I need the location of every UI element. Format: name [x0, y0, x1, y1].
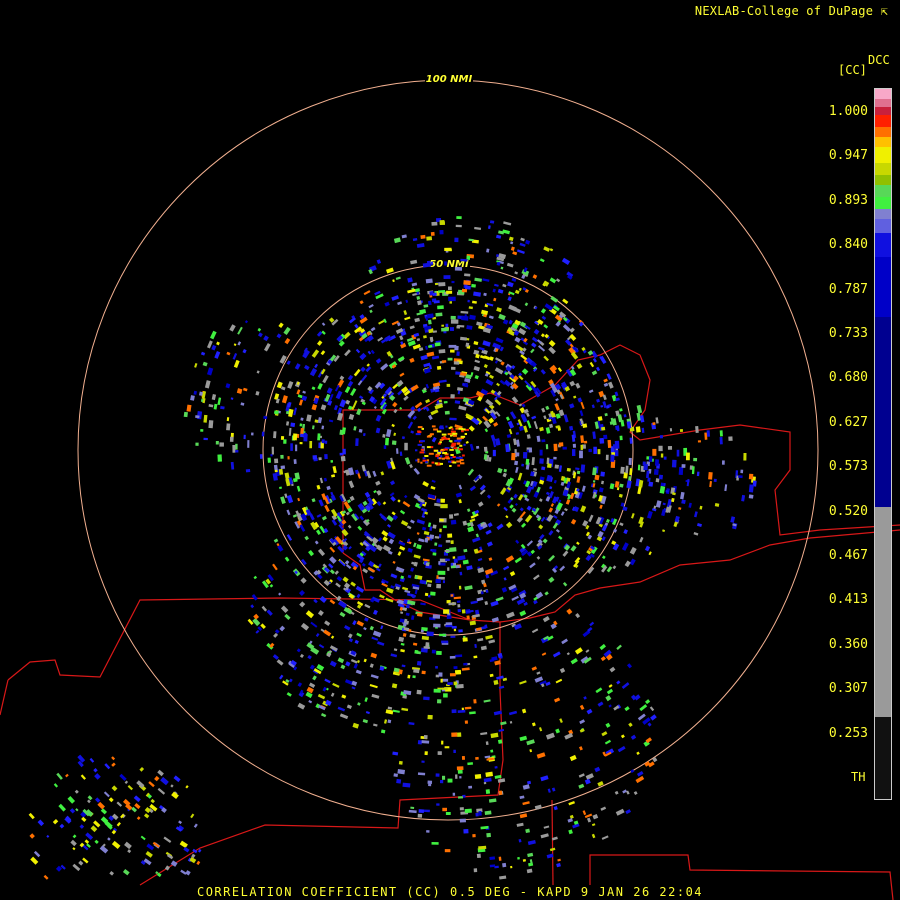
- color-scale-tick: 1.000: [828, 104, 868, 119]
- color-scale-tick: 0.680: [828, 370, 868, 386]
- color-scale-tick: 0.253: [828, 725, 868, 741]
- product-caption: CORRELATION COEFFICIENT (CC) 0.5 DEG - K…: [196, 885, 704, 899]
- range-ring-100-label: 100 NMI: [426, 74, 473, 85]
- color-scale-tick: 0.840: [828, 237, 868, 253]
- legend-units: [CC]: [838, 63, 867, 77]
- range-ring-100: [77, 79, 819, 821]
- color-scale-tick: 0.733: [828, 326, 868, 341]
- color-scale-tick: 0.307: [828, 681, 868, 697]
- color-scale-tick: 0.947: [828, 148, 868, 164]
- color-scale-tick: 0.467: [828, 548, 868, 563]
- product-code: DCC: [868, 53, 890, 67]
- threshold-label: TH: [851, 770, 866, 784]
- color-scale-tick: 0.520: [828, 503, 868, 519]
- credit-link[interactable]: NEXLAB-College of DuPage ⇱: [695, 4, 888, 18]
- color-scale-tick: 0.360: [828, 636, 868, 652]
- range-rings: [77, 79, 819, 821]
- color-scale-tick: 0.413: [828, 592, 868, 608]
- radar-scope: 100 NMI 50 NMI: [0, 73, 900, 900]
- credit-text: NEXLAB-College of DuPage: [694, 4, 874, 18]
- color-scale-tick: 0.787: [828, 281, 868, 297]
- color-scale-tick: 0.573: [828, 459, 868, 475]
- external-link-icon: ⇱: [880, 4, 888, 18]
- radar-echoes: [28, 216, 757, 880]
- color-scale-tick: 0.893: [828, 192, 868, 208]
- range-ring-50: [262, 264, 634, 636]
- color-scale-bar: [874, 88, 892, 800]
- color-scale-tick: 0.627: [828, 414, 868, 430]
